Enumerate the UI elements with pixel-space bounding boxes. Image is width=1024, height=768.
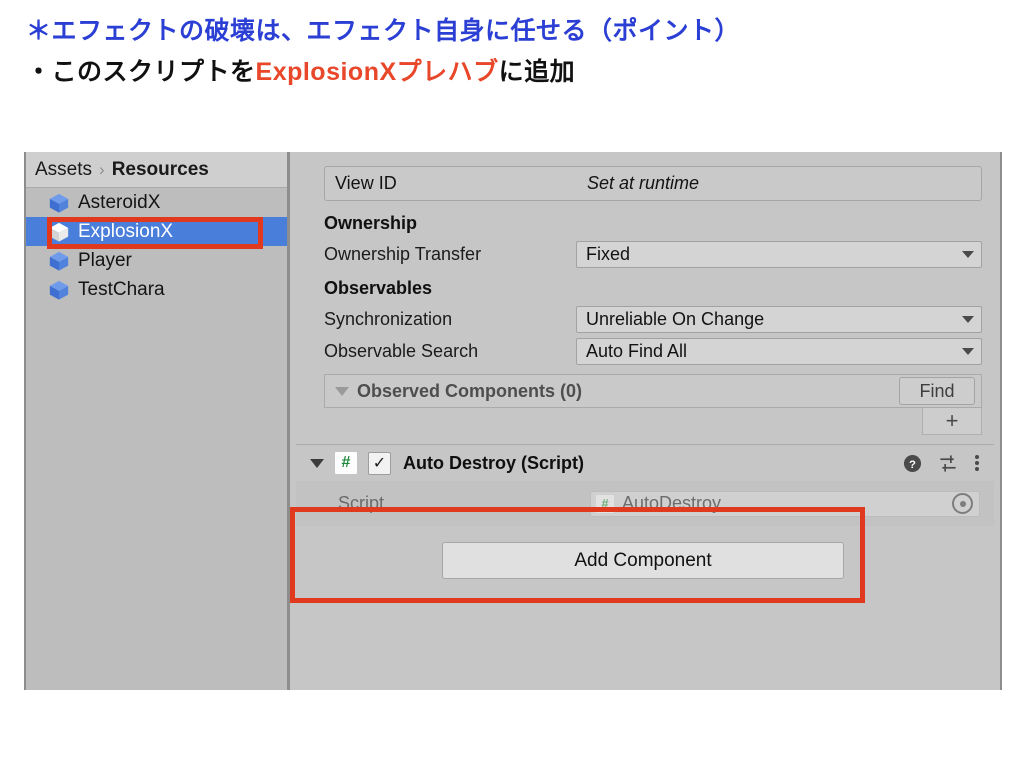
heading-line-1: ＊エフェクトの破壊は、エフェクト自身に任せる（ポイント） [26, 17, 741, 45]
synchronization-value: Unreliable On Change [586, 309, 765, 329]
unity-editor-window: Assets › Resources AsteroidX ExplosionX … [24, 152, 1002, 690]
slide-heading: ＊エフェクトの破壊は、エフェクト自身に任せる（ポイント） ・このスクリプトをEx… [26, 14, 986, 90]
asset-item-testchara[interactable]: TestChara [26, 275, 287, 304]
svg-text:?: ? [909, 458, 916, 470]
section-header-observables: Observables [324, 278, 433, 298]
breadcrumb-resources[interactable]: Resources [112, 159, 209, 181]
observed-components-header[interactable]: Observed Components (0) Find [324, 374, 982, 408]
asset-item-explosionx[interactable]: ExplosionX [26, 217, 287, 246]
script-file-icon: # [334, 451, 358, 475]
object-picker-icon[interactable] [952, 493, 973, 514]
heading-line-2-after: に追加 [498, 58, 576, 86]
preset-settings-icon[interactable] [938, 454, 958, 473]
more-options-icon[interactable] [974, 453, 980, 473]
script-object-value: AutoDestroy [622, 493, 722, 513]
view-id-row: View ID Set at runtime [324, 166, 982, 201]
ownership-transfer-dropdown[interactable]: Fixed [576, 241, 982, 268]
observable-search-row: Observable Search Auto Find All [324, 338, 990, 365]
help-icon[interactable]: ? [903, 454, 922, 473]
prefab-cube-icon [48, 279, 70, 301]
synchronization-row: Synchronization Unreliable On Change [324, 306, 990, 333]
observable-search-dropdown[interactable]: Auto Find All [576, 338, 982, 365]
chevron-down-icon [962, 251, 974, 258]
auto-destroy-component-body: Script # AutoDestroy [296, 481, 994, 526]
asset-item-label: Player [78, 249, 132, 271]
auto-destroy-component-header[interactable]: # ✓ Auto Destroy (Script) ? [296, 444, 994, 481]
synchronization-label: Synchronization [324, 309, 453, 329]
heading-line-2-before: ・このスクリプトを [26, 58, 256, 86]
prefab-cube-icon [48, 192, 70, 214]
inspector-panel: View ID Set at runtime Ownership Ownersh… [290, 152, 1000, 690]
observed-components-section: Observed Components (0) Find + [324, 374, 982, 435]
ownership-transfer-value: Fixed [586, 244, 631, 264]
asset-list: AsteroidX ExplosionX Player TestChara [26, 188, 287, 304]
observed-components-footer: + [324, 408, 982, 435]
view-id-value: Set at runtime [587, 173, 700, 193]
script-field-label: Script [338, 493, 385, 513]
chevron-down-icon [962, 316, 974, 323]
breadcrumb[interactable]: Assets › Resources [26, 152, 287, 188]
heading-line-2: ・このスクリプトをExplosionXプレハブに追加 [26, 54, 986, 90]
asset-item-label: AsteroidX [78, 191, 161, 213]
chevron-right-icon: › [99, 159, 105, 179]
observable-search-label: Observable Search [324, 341, 479, 361]
find-button[interactable]: Find [899, 377, 975, 405]
triangle-down-icon[interactable] [335, 386, 349, 396]
add-component-row: Add Component [296, 542, 990, 579]
breadcrumb-assets[interactable]: Assets [35, 159, 92, 181]
prefab-cube-icon [48, 250, 70, 272]
ownership-transfer-row: Ownership Transfer Fixed [324, 241, 990, 268]
asset-item-label: ExplosionX [78, 220, 174, 242]
chevron-down-icon [962, 348, 974, 355]
heading-line-2-accent: ExplosionXプレハブ [255, 58, 499, 86]
auto-destroy-component-title: Auto Destroy (Script) [403, 452, 585, 473]
component-enabled-checkbox[interactable]: ✓ [368, 451, 391, 475]
auto-destroy-component: # ✓ Auto Destroy (Script) ? Script # Aut… [296, 444, 994, 526]
add-observed-component-button[interactable]: + [922, 408, 982, 435]
asset-item-player[interactable]: Player [26, 246, 287, 275]
observable-search-value: Auto Find All [586, 341, 688, 361]
section-header-ownership: Ownership [324, 213, 418, 233]
prefab-cube-icon [48, 221, 70, 243]
view-id-label: View ID [335, 173, 397, 193]
project-panel: Assets › Resources AsteroidX ExplosionX … [26, 152, 290, 690]
triangle-down-icon[interactable] [310, 458, 324, 468]
ownership-transfer-label: Ownership Transfer [324, 244, 482, 264]
asset-item-label: TestChara [78, 278, 165, 300]
synchronization-dropdown[interactable]: Unreliable On Change [576, 306, 982, 333]
script-object-field[interactable]: # AutoDestroy [590, 490, 980, 517]
asset-item-asteroidx[interactable]: AsteroidX [26, 188, 287, 217]
script-file-icon: # [595, 493, 615, 514]
add-component-button[interactable]: Add Component [442, 542, 844, 579]
observed-components-title: Observed Components (0) [357, 380, 583, 401]
